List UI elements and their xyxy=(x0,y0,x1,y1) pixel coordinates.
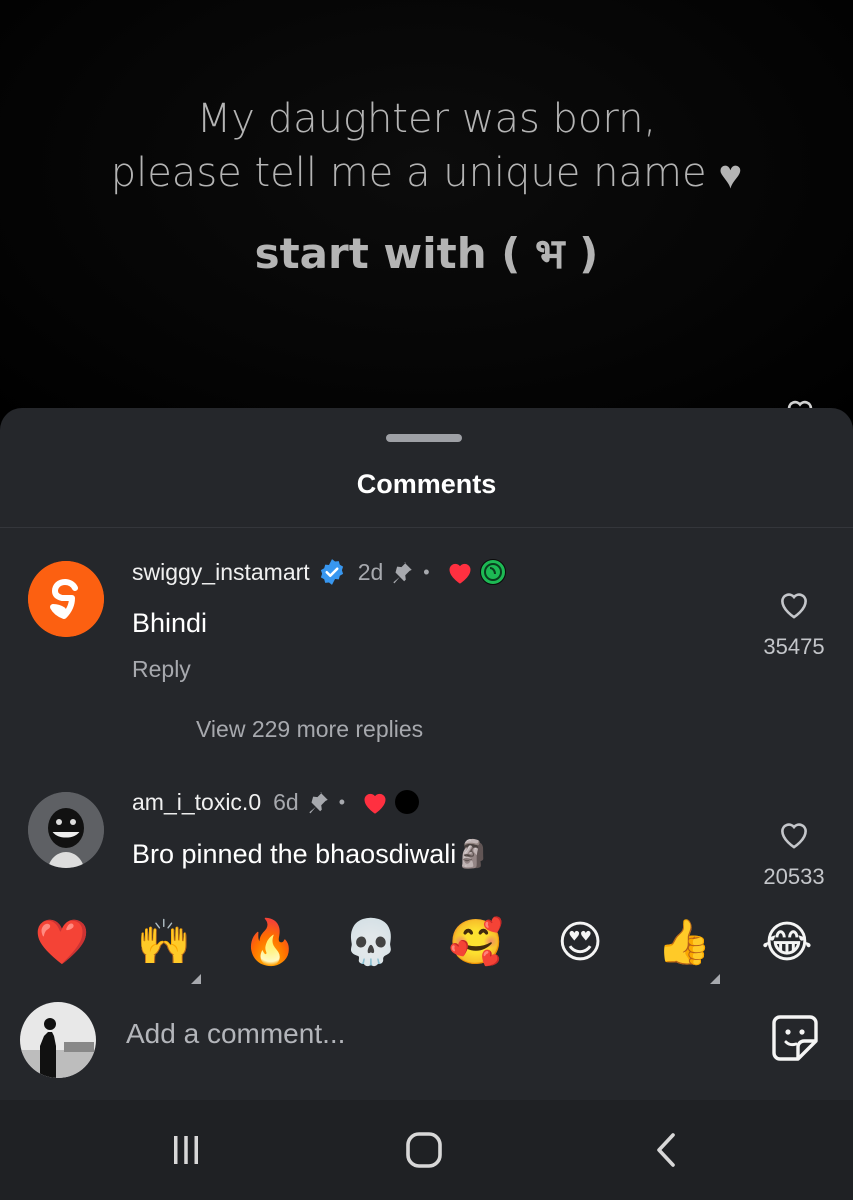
emoji-button[interactable]: 😂 xyxy=(757,915,817,971)
username[interactable]: am_i_toxic.0 xyxy=(132,789,261,816)
creator-liked-heart-icon xyxy=(446,559,474,585)
separator-dot: • xyxy=(423,561,430,582)
emoji-button[interactable]: 🔥 xyxy=(240,915,300,971)
comment-text: Bhindi xyxy=(132,608,208,638)
my-avatar xyxy=(20,1002,96,1078)
sticker-icon[interactable] xyxy=(770,1013,820,1063)
separator-dot: • xyxy=(338,791,346,812)
emoji-button[interactable]: 💀 xyxy=(341,915,401,971)
caption-line-1: My daughter was born, xyxy=(196,96,657,142)
comment-header: am_i_toxic.0 6d • xyxy=(132,785,420,819)
comment-input-row: Add a comment... xyxy=(0,995,853,1100)
emoji-variants-indicator xyxy=(710,974,720,984)
username[interactable]: swiggy_instamart xyxy=(132,559,310,586)
back-icon[interactable] xyxy=(648,1128,682,1172)
home-icon[interactable] xyxy=(404,1128,444,1172)
emoji-button[interactable]: 😍 xyxy=(550,915,610,971)
video-background xyxy=(0,0,853,420)
comment-header: swiggy_instamart 2d • xyxy=(132,555,506,589)
creator-liked-heart-icon xyxy=(361,789,389,815)
heart-outline-icon[interactable] xyxy=(776,818,812,850)
drag-handle[interactable] xyxy=(386,434,462,442)
caption-line-2: please tell me a unique name xyxy=(110,150,707,196)
creator-avatar xyxy=(479,559,506,585)
emoji-variants-indicator xyxy=(191,974,201,984)
emoji-button[interactable]: 🙌 xyxy=(134,915,194,971)
pin-icon xyxy=(305,789,331,815)
verified-badge-icon xyxy=(318,558,346,586)
heart-outline-icon[interactable] xyxy=(776,588,812,620)
add-comment-input[interactable]: Add a comment... xyxy=(126,1018,345,1050)
like-count: 20533 xyxy=(763,864,825,889)
creator-avatar xyxy=(395,790,420,814)
comment-age: 2d xyxy=(357,558,384,585)
pin-icon xyxy=(389,559,415,585)
comment-age: 6d xyxy=(273,788,299,815)
emoji-button[interactable]: 🥰 xyxy=(446,915,506,971)
reply-button[interactable]: Reply xyxy=(132,656,191,683)
sheet-title: Comments xyxy=(356,469,497,499)
divider xyxy=(0,527,853,528)
emoji-reaction-bar: ❤️ 🙌 🔥 💀 🥰 😍 👍 😂 xyxy=(0,895,853,995)
comment-text: Bro pinned the bhaosdiwali🗿 xyxy=(132,839,490,869)
system-navigation-bar xyxy=(0,1100,853,1200)
emoji-button[interactable]: 👍 xyxy=(654,915,714,971)
heart-icon: ♥ xyxy=(718,152,743,198)
recents-icon[interactable] xyxy=(166,1128,206,1172)
video-caption: My daughter was born, please tell me a u… xyxy=(0,92,853,202)
avatar[interactable] xyxy=(28,561,104,637)
avatar[interactable] xyxy=(28,792,104,868)
view-more-replies-button[interactable]: View 229 more replies xyxy=(196,716,423,743)
caption-line-3: start with ( भ ) xyxy=(254,229,599,278)
like-count: 35475 xyxy=(763,634,825,659)
emoji-button[interactable]: ❤️ xyxy=(32,915,92,971)
